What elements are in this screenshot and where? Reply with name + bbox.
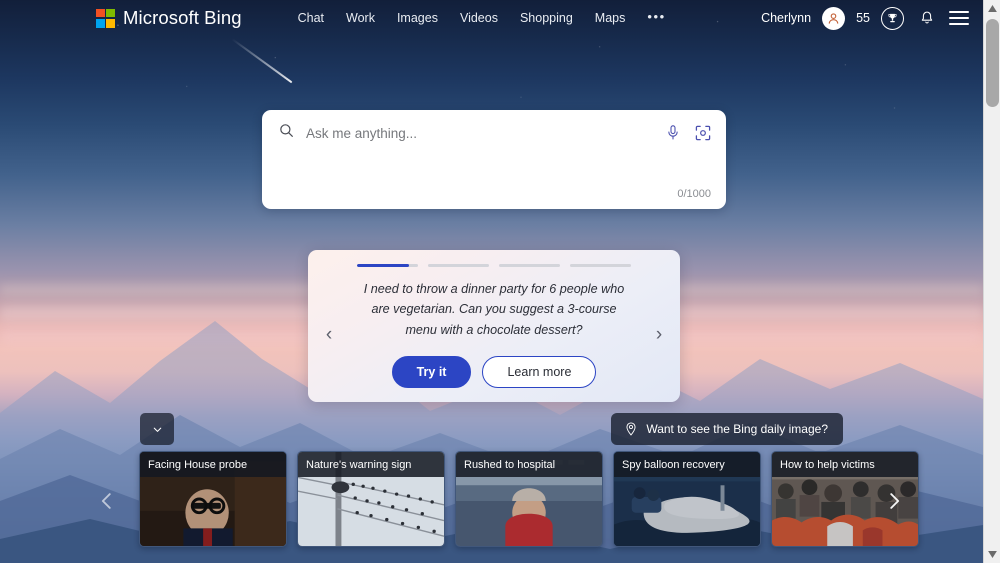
avatar[interactable] — [822, 6, 846, 30]
main-menu-button[interactable] — [949, 11, 969, 25]
site-header: Microsoft Bing Chat Work Images Videos S… — [0, 0, 983, 36]
news-card-list: Facing House probe Nature's warning sign… — [139, 451, 919, 547]
bing-homepage: Microsoft Bing Chat Work Images Videos S… — [0, 0, 1000, 563]
news-card-title: How to help victims — [772, 452, 918, 477]
suggestion-prompt-text: I need to throw a dinner party for 6 peo… — [363, 281, 625, 337]
microsoft-logo-icon — [96, 8, 115, 28]
nav-images[interactable]: Images — [397, 11, 438, 25]
page-scrollbar[interactable] — [983, 0, 1000, 563]
chevron-right-icon — [890, 493, 900, 509]
news-carousel: Facing House probe Nature's warning sign… — [0, 448, 983, 563]
hamburger-icon — [949, 22, 969, 25]
microphone-button[interactable] — [665, 124, 681, 142]
location-pin-icon — [626, 422, 636, 436]
notifications-button[interactable] — [915, 7, 938, 30]
hamburger-icon — [949, 11, 969, 14]
hamburger-icon — [949, 17, 969, 19]
chevron-left-icon — [101, 493, 111, 509]
news-card-title: Nature's warning sign — [298, 452, 444, 477]
triangle-down-icon — [988, 551, 997, 558]
news-card[interactable]: Facing House probe — [139, 451, 287, 547]
nav-more-button[interactable]: ••• — [647, 10, 665, 27]
search-box: 0/1000 — [262, 110, 726, 209]
nav-maps[interactable]: Maps — [595, 11, 626, 25]
collapse-feed-button[interactable] — [140, 413, 174, 445]
search-icon — [278, 122, 295, 144]
nav-shopping[interactable]: Shopping — [520, 11, 573, 25]
bing-daily-image-button[interactable]: Want to see the Bing daily image? — [611, 413, 843, 445]
visual-search-button[interactable] — [694, 124, 712, 142]
nav-work[interactable]: Work — [346, 11, 375, 25]
news-card-title: Facing House probe — [140, 452, 286, 477]
brand-name: Microsoft Bing — [123, 7, 242, 28]
bell-icon — [921, 11, 932, 24]
news-card[interactable]: Nature's warning sign — [297, 451, 445, 547]
suggestion-prev-button[interactable]: ‹ — [316, 325, 342, 344]
nav-videos[interactable]: Videos — [460, 11, 498, 25]
news-card[interactable]: Spy balloon recovery — [613, 451, 761, 547]
chevron-down-icon — [153, 427, 161, 432]
carousel-next-button[interactable] — [877, 484, 911, 518]
news-card[interactable]: Rushed to hospital — [455, 451, 603, 547]
suggestion-card: ‹ I need to throw a dinner party for 6 p… — [308, 250, 680, 402]
nav-chat[interactable]: Chat — [298, 11, 324, 25]
suggestion-buttons: Try it Learn more — [391, 356, 597, 389]
person-icon — [828, 12, 839, 24]
microphone-icon — [668, 125, 678, 140]
scroll-up-button[interactable] — [984, 0, 1000, 17]
scrollbar-thumb[interactable] — [986, 19, 999, 107]
brand-logo[interactable]: Microsoft Bing — [96, 7, 242, 29]
character-counter: 0/1000 — [677, 188, 711, 200]
main-navigation: Chat Work Images Videos Shopping Maps ••… — [298, 10, 666, 27]
suggestion-next-button[interactable]: › — [646, 325, 672, 344]
news-card-title: Rushed to hospital — [456, 452, 602, 477]
scroll-down-button[interactable] — [984, 546, 1000, 563]
search-input[interactable] — [306, 123, 654, 143]
news-card-title: Spy balloon recovery — [614, 452, 760, 477]
try-it-button[interactable]: Try it — [391, 356, 472, 389]
carousel-prev-button[interactable] — [90, 484, 124, 518]
search-row — [262, 110, 726, 144]
account-username[interactable]: Cherlynn — [761, 11, 811, 25]
suggestion-content: I need to throw a dinner party for 6 peo… — [342, 281, 646, 389]
daily-image-label: Want to see the Bing daily image? — [646, 422, 828, 436]
learn-more-button[interactable]: Learn more — [482, 356, 597, 389]
rewards-points: 55 — [856, 11, 870, 25]
header-account-area: Cherlynn 55 — [761, 6, 969, 30]
rewards-button[interactable] — [881, 6, 904, 30]
suggestion-body: ‹ I need to throw a dinner party for 6 p… — [308, 267, 680, 402]
triangle-up-icon — [988, 5, 997, 12]
visual-search-icon — [695, 125, 711, 141]
trophy-icon — [888, 13, 897, 22]
search-actions — [665, 124, 712, 142]
